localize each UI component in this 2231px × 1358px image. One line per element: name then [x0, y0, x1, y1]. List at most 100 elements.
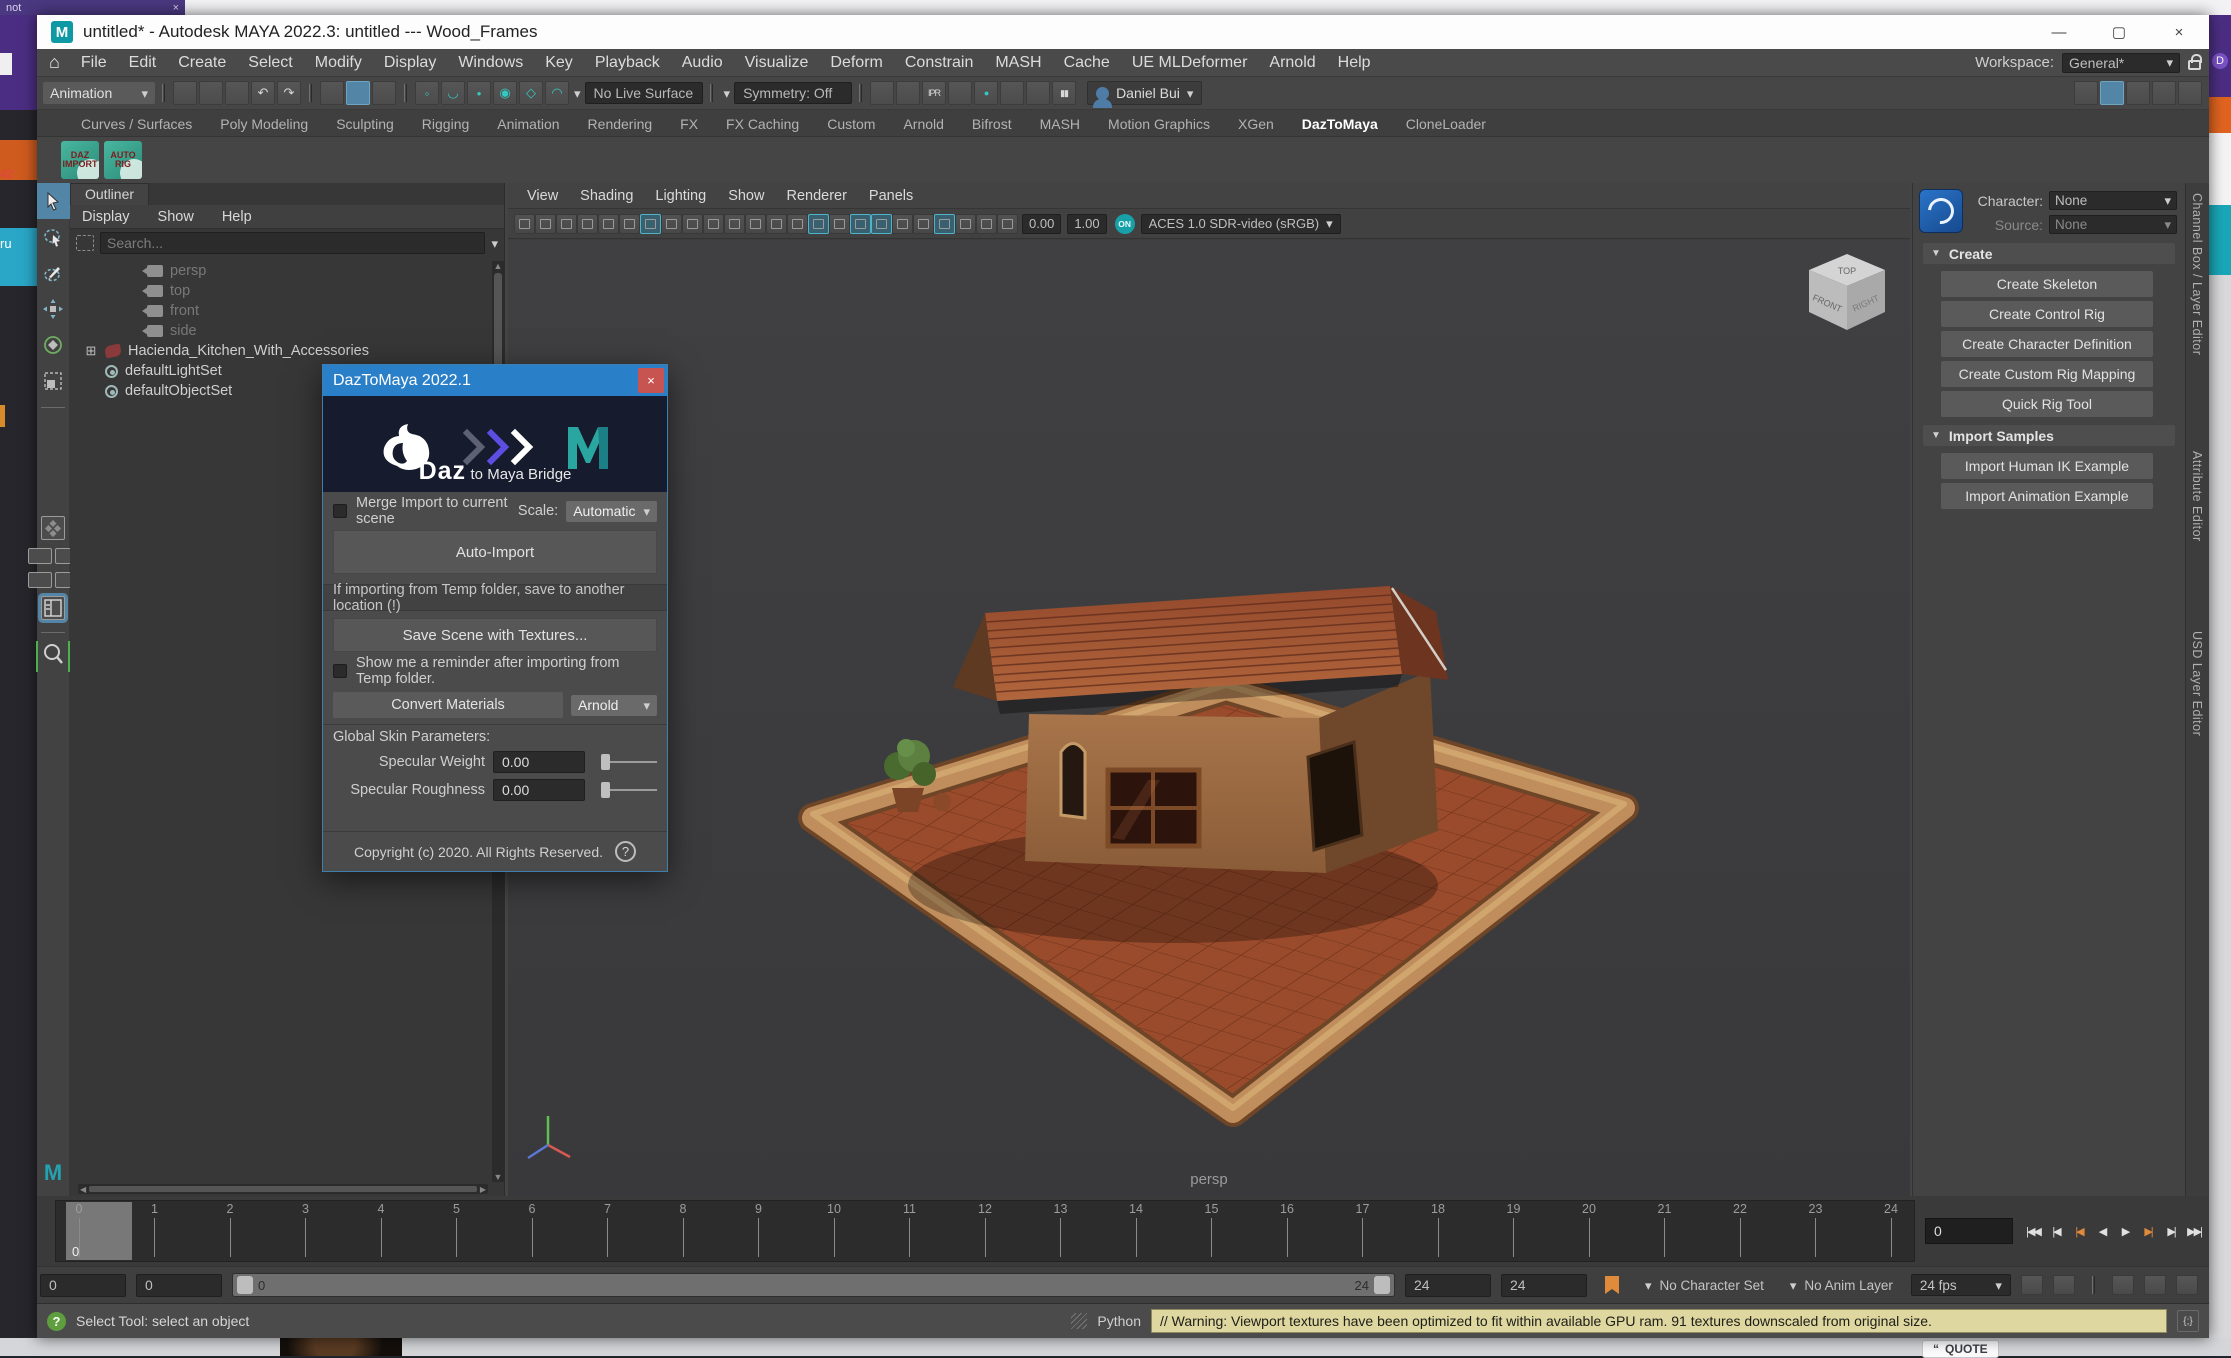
- viewport-menu-item[interactable]: Shading: [569, 188, 644, 204]
- frame-tick[interactable]: 15: [1203, 1201, 1221, 1261]
- undo-icon[interactable]: ↶: [251, 81, 275, 105]
- scroll-down-icon[interactable]: ▼: [494, 1172, 503, 1182]
- bookmark-icon[interactable]: [1605, 1276, 1619, 1294]
- menu-item[interactable]: File: [70, 54, 118, 72]
- grid-icon[interactable]: [640, 214, 661, 234]
- character-select[interactable]: None▾: [2049, 191, 2177, 210]
- outliner-item[interactable]: ⊞ Hacienda_Kitchen_With_Accessories: [70, 341, 492, 361]
- shelf-tab[interactable]: XGen: [1224, 112, 1288, 136]
- step-forward-key-button[interactable]: ▶|: [2138, 1220, 2158, 1242]
- humanik-panel-icon[interactable]: [2100, 81, 2124, 105]
- shelf-daz-import-button[interactable]: DAZ IMPORT: [61, 141, 99, 179]
- film-gate-icon[interactable]: [661, 214, 682, 234]
- redo-icon[interactable]: ↷: [277, 81, 301, 105]
- create-button[interactable]: Create Control Rig: [1941, 301, 2153, 327]
- menu-item[interactable]: MASH: [984, 54, 1052, 72]
- light-editor-icon[interactable]: [1026, 81, 1050, 105]
- menu-set-select[interactable]: Animation▾: [43, 82, 155, 104]
- lights-icon[interactable]: [892, 214, 913, 234]
- scrollbar-thumb[interactable]: [89, 1186, 477, 1192]
- shelf-tab[interactable]: Motion Graphics: [1094, 112, 1224, 136]
- specular-roughness-slider[interactable]: [601, 789, 657, 791]
- paint-select-tool[interactable]: [37, 255, 70, 291]
- outliner-menu-item[interactable]: Display: [70, 209, 142, 225]
- perspective-viewport[interactable]: ViewShadingLightingShowRendererPanels 0.…: [508, 183, 1910, 1196]
- dialog-help-icon[interactable]: ?: [615, 841, 636, 862]
- specular-weight-slider[interactable]: [601, 761, 657, 763]
- use-default-material-icon[interactable]: [871, 214, 892, 234]
- symmetry-field[interactable]: Symmetry: Off: [734, 82, 852, 104]
- menu-item[interactable]: Playback: [584, 54, 671, 72]
- frame-tick[interactable]: 19: [1505, 1201, 1523, 1261]
- reminder-checkbox[interactable]: [333, 664, 347, 678]
- shelf-tab[interactable]: DazToMaya: [1288, 112, 1392, 136]
- modeling-toolkit-icon[interactable]: [2074, 81, 2098, 105]
- menu-item[interactable]: Key: [534, 54, 584, 72]
- textured-icon[interactable]: [850, 214, 871, 234]
- anim-layer-select[interactable]: ▾No Anim Layer: [1782, 1274, 1901, 1296]
- viewport-menu-item[interactable]: Lighting: [644, 188, 717, 204]
- save-scene-icon[interactable]: [225, 81, 249, 105]
- current-frame-field[interactable]: 0: [1925, 1218, 2013, 1244]
- caret-icon[interactable]: ▾: [491, 237, 498, 250]
- scroll-left-icon[interactable]: ◀: [80, 1185, 86, 1194]
- snap-to-grid-icon[interactable]: ◦: [415, 81, 439, 105]
- command-feedback-warning[interactable]: // Warning: Viewport textures have been …: [1151, 1309, 2167, 1333]
- frame-tick[interactable]: 5: [448, 1201, 466, 1261]
- image-plane-icon[interactable]: [577, 214, 598, 234]
- hypershade-icon[interactable]: ●: [974, 81, 998, 105]
- step-back-frame-button[interactable]: |◀: [2046, 1220, 2066, 1242]
- select-by-object-icon[interactable]: [346, 81, 370, 105]
- menu-item[interactable]: Constrain: [894, 54, 984, 72]
- occlusion-icon[interactable]: [934, 214, 955, 234]
- outliner-search-input[interactable]: [100, 232, 485, 254]
- select-tool[interactable]: [37, 183, 70, 219]
- specular-roughness-field[interactable]: 0.00: [493, 779, 585, 801]
- exposure-field[interactable]: 0.00: [1022, 214, 1061, 234]
- resize-grip[interactable]: [1071, 1313, 1087, 1329]
- gamma-field[interactable]: 1.00: [1067, 214, 1106, 234]
- menu-item[interactable]: Cache: [1053, 54, 1121, 72]
- create-button[interactable]: Create Skeleton: [1941, 271, 2153, 297]
- command-line-language[interactable]: Python: [1097, 1313, 1141, 1329]
- shelf-tab[interactable]: FX Caching: [712, 112, 813, 136]
- select-by-hierarchy-icon[interactable]: [320, 81, 344, 105]
- playback-end-field[interactable]: 24: [1405, 1274, 1491, 1297]
- menu-item[interactable]: Edit: [118, 54, 168, 72]
- source-select[interactable]: None▾: [2049, 215, 2177, 234]
- dialog-titlebar[interactable]: DazToMaya 2022.1 ×: [323, 365, 667, 396]
- merge-import-checkbox[interactable]: [333, 504, 347, 518]
- loop-icon[interactable]: [2144, 1275, 2166, 1295]
- xray-icon[interactable]: [997, 214, 1018, 234]
- shelf-tab[interactable]: MASH: [1026, 112, 1094, 136]
- outliner-horizontal-scrollbar[interactable]: ◀ ▶: [78, 1184, 488, 1194]
- render-settings-icon[interactable]: [948, 81, 972, 105]
- timeline-ruler[interactable]: 0123456789101112131415161718192021222324…: [55, 1200, 1915, 1262]
- tab-channel-box[interactable]: Channel Box / Layer Editor: [2190, 193, 2204, 355]
- frame-tick[interactable]: 2: [221, 1201, 239, 1261]
- frame-tick[interactable]: 23: [1807, 1201, 1825, 1261]
- auto-import-button[interactable]: Auto-Import: [333, 530, 657, 574]
- go-to-start-button[interactable]: |◀◀: [2023, 1220, 2043, 1242]
- shelf-tab[interactable]: FX: [666, 112, 712, 136]
- shelf-tab[interactable]: Custom: [813, 112, 889, 136]
- frame-tick[interactable]: 14: [1127, 1201, 1145, 1261]
- attribute-editor-icon[interactable]: [2152, 81, 2176, 105]
- outliner-menu-item[interactable]: Show: [146, 209, 206, 225]
- color-management-toggle[interactable]: ON: [1115, 214, 1135, 234]
- pause-viewport-icon[interactable]: ▮▮: [1052, 81, 1076, 105]
- gate-mask-icon[interactable]: [703, 214, 724, 234]
- import-sample-button[interactable]: Import Human IK Example: [1941, 453, 2153, 479]
- save-scene-button[interactable]: Save Scene with Textures...: [333, 618, 657, 652]
- step-forward-frame-button[interactable]: ▶|: [2161, 1220, 2181, 1242]
- field-chart-icon[interactable]: [724, 214, 745, 234]
- shelf-tab[interactable]: Bifrost: [958, 112, 1026, 136]
- viewport-menu-item[interactable]: Show: [717, 188, 775, 204]
- frame-tick[interactable]: 24: [1882, 1201, 1900, 1261]
- auto-key-icon[interactable]: [2176, 1275, 2198, 1295]
- menu-item[interactable]: Arnold: [1258, 54, 1326, 72]
- maximize-button[interactable]: ▢: [2089, 15, 2149, 49]
- live-surface-field[interactable]: No Live Surface: [585, 82, 703, 104]
- make-live-icon[interactable]: ◠: [545, 81, 569, 105]
- outliner-item[interactable]: persp: [70, 261, 492, 281]
